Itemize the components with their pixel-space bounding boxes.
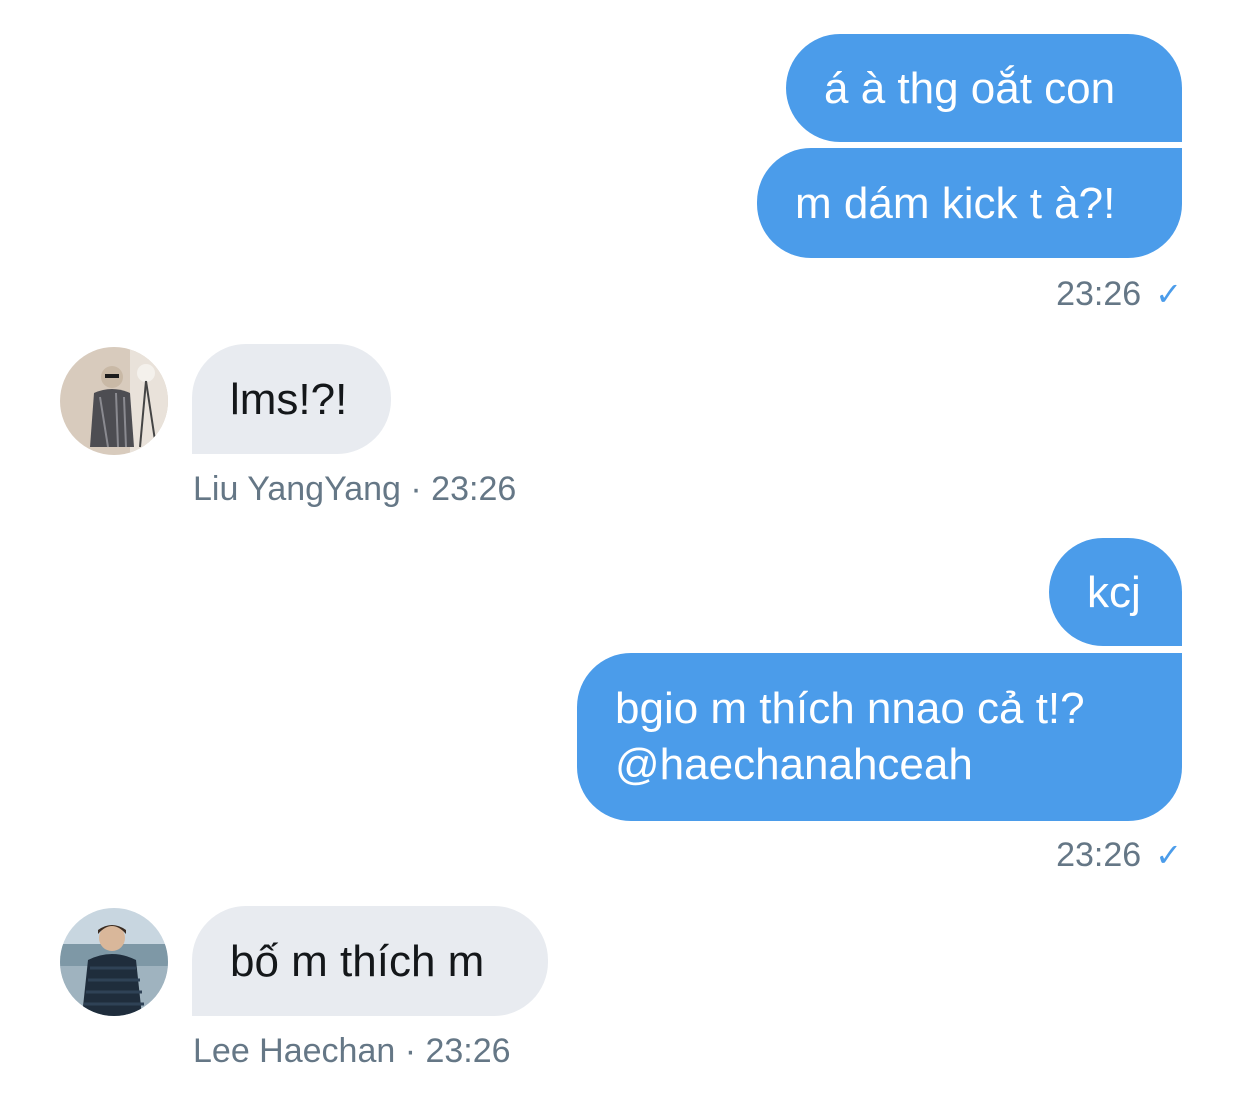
avatar-liu-yangyang[interactable] <box>60 347 168 455</box>
mention-text[interactable]: @haechanahceah <box>615 737 1182 793</box>
sender-meta: Lee Haechan · 23:26 <box>193 1032 511 1070</box>
message-timestamp: 23:26 ✓ <box>1056 835 1182 875</box>
check-icon: ✓ <box>1155 837 1182 873</box>
sent-message-bubble[interactable]: m dám kick t à?! <box>757 148 1182 258</box>
timestamp-text: 23:26 <box>1056 275 1142 313</box>
sent-message-bubble[interactable]: kcj <box>1049 538 1182 646</box>
message-text: m dám kick t à?! <box>795 179 1116 228</box>
check-icon: ✓ <box>1155 276 1182 312</box>
sender-meta: Liu YangYang · 23:26 <box>193 470 517 508</box>
message-text: bgio m thích nnao cả t!? <box>615 684 1085 733</box>
timestamp-text: 23:26 <box>1056 836 1142 874</box>
message-timestamp: 23:26 ✓ <box>1056 274 1182 314</box>
avatar-lee-haechan[interactable] <box>60 908 168 1016</box>
message-text: bố m thích m <box>230 937 485 986</box>
sent-message-bubble[interactable]: bgio m thích nnao cả t!? @haechanahceah <box>577 653 1182 821</box>
message-text: á à thg oắt con <box>824 64 1116 113</box>
message-text: kcj <box>1087 568 1141 617</box>
sent-message-bubble[interactable]: á à thg oắt con <box>786 34 1182 142</box>
message-text: lms!?! <box>230 375 348 424</box>
received-message-bubble[interactable]: bố m thích m <box>192 906 548 1016</box>
received-message-bubble[interactable]: lms!?! <box>192 344 391 454</box>
